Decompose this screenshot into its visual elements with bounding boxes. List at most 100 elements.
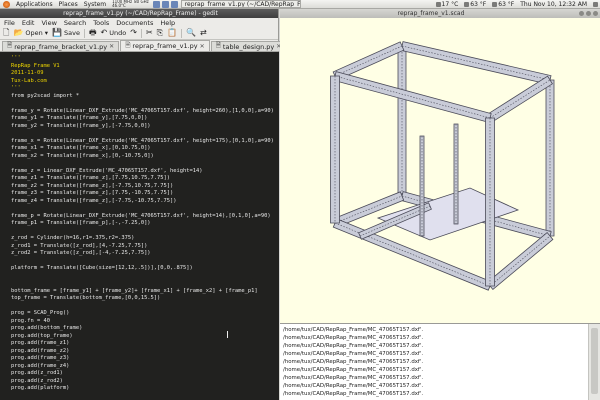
menu-search[interactable]: Search	[64, 19, 86, 27]
menu-edit[interactable]: Edit	[22, 19, 35, 27]
close-button[interactable]	[593, 11, 598, 16]
code-line: frame_z3 = Translate([frame_z],[7.75,-10…	[11, 190, 174, 196]
chevron-down-icon[interactable]: ▾	[45, 29, 48, 37]
weather-1-text: 17 °C	[441, 1, 459, 8]
find-button[interactable]: 🔍	[186, 29, 196, 37]
save-label: Save	[64, 29, 80, 37]
menu-documents[interactable]: Documents	[116, 19, 153, 27]
distro-logo-icon[interactable]	[3, 0, 10, 8]
power-icon[interactable]	[593, 2, 598, 7]
weather-icon	[492, 2, 498, 7]
gedit-toolbar: 🗋 📂 Open ▾ 💾 Save 🖶 ↶ Undo ↷ ✂ ⎘ 📋 🔍 ⇄	[0, 27, 278, 40]
cloud-icon	[464, 2, 470, 7]
menu-view[interactable]: View	[41, 19, 56, 27]
console-line: /home/tux/CAD/RepRap_Frame/MC_47065T157.…	[283, 391, 424, 397]
code-line: frame_x = Rotate(Linear_DXF_Extrude('MC_…	[11, 137, 274, 144]
paste-button[interactable]: 📋	[167, 29, 177, 37]
code-line: top_frame = Translate(bottom_frame,[0,0,…	[11, 295, 161, 301]
new-button[interactable]: 🗋	[3, 29, 9, 37]
document-icon: 🗎	[215, 41, 221, 49]
weather-1[interactable]: 17 °C	[435, 1, 459, 8]
menu-help[interactable]: Help	[160, 19, 175, 27]
terminal-launcher-icon[interactable]	[152, 0, 160, 8]
save-button[interactable]: 💾 Save	[52, 28, 80, 38]
menu-file[interactable]: File	[4, 19, 15, 27]
code-line: frame_p = Rotate(Linear_DXF_Extrude('MC_…	[11, 212, 271, 219]
tab-label: reprap_frame_bracket_v1.py	[14, 42, 108, 51]
panel-menu-places[interactable]: Places	[59, 1, 78, 8]
close-icon[interactable]: ✕	[200, 43, 205, 50]
print-button[interactable]: 🖶	[89, 29, 97, 37]
cut-icon: ✂	[145, 28, 153, 37]
code-line: frame_z = Linear_DXF_Extrude('MC_47065T1…	[11, 167, 203, 174]
code-line: frame_y1 = Translate([frame_y],[7.75,0,0…	[11, 115, 148, 121]
close-icon[interactable]: ✕	[109, 43, 114, 50]
panel-menu-applications[interactable]: Applications	[16, 1, 53, 8]
console-line: /home/tux/CAD/RepRap_Frame/MC_47065T157.…	[283, 383, 424, 389]
code-line: prog.add(frame_z4)	[11, 362, 70, 369]
open-button[interactable]: 📂 Open ▾	[13, 29, 48, 38]
tab-reprap-frame-bracket[interactable]: 🗎 reprap_frame_bracket_v1.py ✕	[2, 41, 120, 51]
code-editor[interactable]: ''' RepRap Frame V1 2011-11-09 Tux-Lab.com '…	[0, 52, 279, 400]
code-line: '''	[11, 85, 21, 91]
cut-button[interactable]: ✂	[146, 29, 153, 37]
tab-reprap-frame[interactable]: 🗎 reprap_frame_v1.py ✕	[120, 40, 210, 51]
search-icon: 🔍	[186, 28, 196, 37]
3d-viewport[interactable]	[280, 18, 600, 322]
code-line: prog.add(bottom_frame)	[11, 325, 83, 331]
code-line: prog.fn = 40	[11, 317, 50, 324]
code-line: frame_z1 = Translate([frame_z],[7.75,10.…	[11, 175, 171, 181]
console-scrollbar[interactable]	[588, 324, 600, 400]
code-line: prog.add(z_rod2)	[11, 377, 63, 384]
clock[interactable]: Thu Nov 10, 12:32 AM	[520, 1, 587, 8]
console-line: /home/tux/CAD/RepRap_Frame/MC_47065T157.…	[283, 343, 424, 349]
tab-table-design[interactable]: 🗎 table_design.py ✕	[210, 41, 287, 51]
code-line: from py2scad import *	[11, 92, 80, 99]
net-speed: 80 GHz	[134, 0, 149, 4]
files-launcher-icon[interactable]	[170, 0, 178, 8]
openscad-title: reprap_frame_v1.scad	[397, 10, 465, 17]
code-line: platform = Translate([Cube(size=[12,12,.…	[11, 265, 193, 271]
replace-button[interactable]: ⇄	[200, 29, 207, 37]
gedit-window: reprap_frame_v1.py (~/CAD/RepRap_Frame) …	[0, 9, 287, 400]
save-icon: 💾	[52, 28, 63, 37]
frame-model	[330, 41, 555, 291]
code-line: frame_y = Rotate(Linear_DXF_Extrude('MC_…	[11, 107, 274, 114]
window-task-button[interactable]: reprap_frame_v1.py (~/CAD/RepRap_Frame) …	[180, 0, 301, 8]
code-line: z_rod2 = Translate([z_rod],[-4,-7.25,7.7…	[11, 250, 151, 256]
redo-button[interactable]: ↷	[130, 29, 137, 37]
gedit-titlebar[interactable]: reprap_frame_v1.py (~/CAD/RepRap_Frame) …	[0, 9, 278, 18]
scrollbar-thumb[interactable]	[591, 328, 598, 394]
menu-tools[interactable]: Tools	[93, 19, 109, 27]
weather-3[interactable]: 63 °F	[492, 1, 514, 8]
document-icon: 🗎	[125, 40, 131, 49]
copy-button[interactable]: ⎘	[157, 29, 163, 37]
console-output[interactable]: /home/tux/CAD/RepRap_Frame/MC_47065T157.…	[280, 323, 600, 400]
maximize-button[interactable]	[586, 11, 591, 16]
undo-button[interactable]: ↶ Undo	[100, 28, 127, 38]
extrusion-top	[333, 71, 492, 123]
tab-label: reprap_frame_v1.py	[132, 42, 198, 50]
new-document-icon: 🗋	[3, 28, 10, 37]
undo-icon: ↶	[100, 28, 108, 37]
gedit-title: reprap_frame_v1.py (~/CAD/RepRap_Frame) …	[63, 10, 218, 17]
code-line: prog = SCAD_Prog()	[11, 310, 70, 316]
panel-menu-system[interactable]: System	[84, 1, 106, 8]
openscad-titlebar[interactable]: reprap_frame_v1.scad	[280, 9, 600, 18]
redo-icon: ↷	[130, 28, 137, 37]
minimize-button[interactable]	[579, 11, 584, 16]
network-icon	[435, 2, 441, 7]
weather-2[interactable]: 63 °F	[464, 1, 486, 8]
toolbar-separator	[140, 28, 142, 38]
top-panel: Applications Places System 1100 MHz 46.0°…	[0, 0, 600, 9]
code-line: frame_z2 = Translate([frame_z],[-7.75,10…	[11, 182, 174, 189]
console-line: /home/tux/CAD/RepRap_Frame/MC_47065T157.…	[283, 327, 424, 333]
browser-launcher-icon[interactable]	[161, 0, 169, 8]
document-icon: 🗎	[7, 41, 13, 49]
